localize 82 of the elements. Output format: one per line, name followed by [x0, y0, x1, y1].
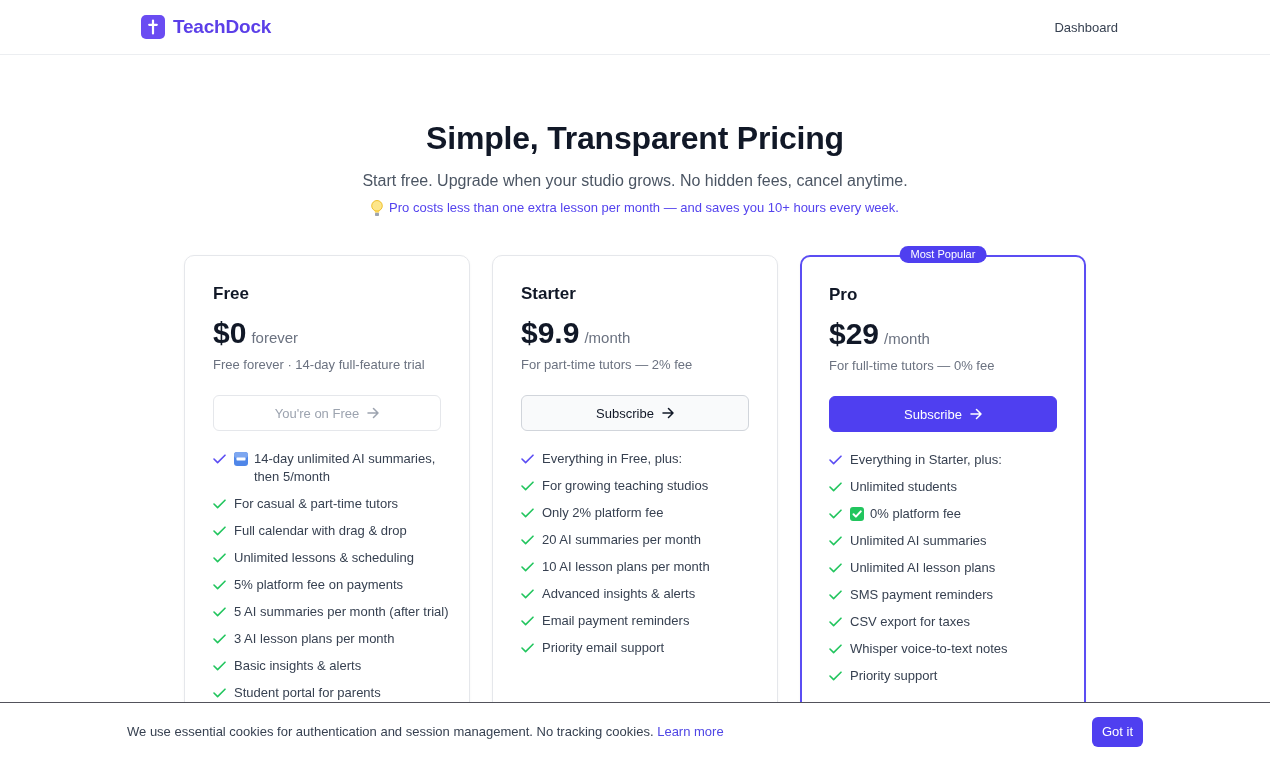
- check-icon: [213, 634, 226, 644]
- check-icon: [829, 536, 842, 546]
- feature-text: 14-day unlimited AI summaries, then 5/month: [254, 450, 437, 486]
- feature-text: For growing teaching studios: [542, 477, 709, 495]
- feature-text: Everything in Free, plus:: [542, 450, 683, 468]
- feature-text: Everything in Starter, plus:: [850, 451, 1002, 469]
- check-icon: [829, 455, 842, 465]
- check-icon: [213, 553, 226, 563]
- brand-link[interactable]: TeachDock: [173, 16, 272, 38]
- plan-note: Free forever · 14-day full-feature trial: [213, 356, 426, 374]
- feature-text: Unlimited AI summaries: [850, 532, 987, 550]
- plan-name: Starter: [521, 283, 577, 305]
- check-icon: [829, 617, 842, 627]
- lightbulb-icon: [371, 200, 384, 216]
- learn-more-link[interactable]: Learn more: [657, 723, 724, 739]
- nav-link[interactable]: Dashboard: [1054, 19, 1118, 35]
- feature-text: Priority support: [850, 667, 938, 685]
- check-icon: [213, 607, 226, 617]
- feature-text: Full calendar with drag & drop: [234, 522, 407, 540]
- feature-text: CSV export for taxes: [850, 613, 970, 631]
- check-icon: [213, 580, 226, 590]
- check-icon: [213, 526, 226, 536]
- plan-name: Free: [213, 283, 250, 305]
- feature-text: 5% platform fee on payments: [234, 576, 404, 594]
- check-icon: [521, 508, 534, 518]
- arrow-right-icon: [969, 408, 982, 420]
- price-period: /month: [584, 329, 631, 346]
- page-subtitle: Start free. Upgrade when your studio grows. No hidden fees, cancel anytime.: [361, 171, 909, 191]
- check-icon: [521, 643, 534, 653]
- check-icon: [521, 616, 534, 626]
- tip-text: Pro costs less than one extra lesson per month — and saves you 10+ hours every week.: [389, 199, 899, 217]
- check-icon: [521, 589, 534, 599]
- check-icon: [213, 661, 226, 671]
- arrow-right-icon: [367, 407, 380, 419]
- plan-note: For part-time tutors — 2% fee: [521, 356, 694, 374]
- plan-price: $29: [829, 316, 880, 352]
- check-icon: [213, 688, 226, 698]
- check-icon: [829, 509, 842, 519]
- check-icon: [829, 671, 842, 681]
- feature-text: Whisper voice-to-text notes: [850, 640, 1008, 658]
- accept-button[interactable]: Got it: [1091, 716, 1143, 747]
- price-period: /month: [884, 330, 930, 347]
- check-icon: [521, 454, 534, 464]
- feature-text: Advanced insights & alerts: [542, 585, 696, 603]
- arrow-right-icon: [661, 407, 674, 419]
- feature-text: For casual & part-time tutors: [234, 495, 398, 513]
- check-icon: [213, 499, 226, 509]
- feature-text: Unlimited lessons & scheduling: [234, 549, 414, 567]
- plan-note: For full-time tutors — 0% fee: [829, 357, 996, 375]
- feature-text: Unlimited students: [850, 478, 957, 496]
- feature-text: 3 AI lesson plans per month: [234, 630, 395, 648]
- check-icon: [521, 481, 534, 491]
- subscribe-button[interactable]: Subscribe: [521, 395, 749, 431]
- plan-name: Pro: [829, 284, 859, 306]
- cookie-notice: We use essential cookies for authentication and session management. No tracking cookies. Learn more: [127, 722, 724, 741]
- check-icon: [829, 563, 842, 573]
- plan-price: $0: [213, 315, 247, 351]
- check-icon: [213, 454, 226, 464]
- feature-text: SMS payment reminders: [850, 586, 994, 604]
- plan-price: $9.9: [521, 315, 580, 351]
- feature-text: Email payment reminders: [542, 612, 690, 630]
- check-icon: [829, 644, 842, 654]
- feature-text: Only 2% platform fee: [542, 504, 664, 522]
- check-icon: [521, 535, 534, 545]
- check-icon: [521, 562, 534, 572]
- feature-text: 10 AI lesson plans per month: [542, 558, 710, 576]
- feature-text: Basic insights & alerts: [234, 657, 362, 675]
- tag-tile-icon: [234, 452, 248, 466]
- cross-logo-icon: [141, 15, 165, 39]
- feature-text: Unlimited AI lesson plans: [850, 559, 996, 577]
- feature-text: 0% platform fee: [870, 505, 962, 523]
- popular-badge: Most Popular: [899, 246, 987, 263]
- check-box-icon: [850, 507, 864, 521]
- feature-text: Priority email support: [542, 639, 665, 657]
- feature-text: 5 AI summaries per month (after trial): [234, 603, 449, 621]
- feature-text: Student portal for parents: [234, 684, 381, 702]
- feature-text: 20 AI summaries per month: [542, 531, 701, 549]
- page-title: Simple, Transparent Pricing: [425, 119, 845, 158]
- price-period: forever: [251, 329, 299, 346]
- check-icon: [829, 590, 842, 600]
- check-icon: [829, 482, 842, 492]
- subscribe-button[interactable]: Subscribe: [829, 396, 1057, 432]
